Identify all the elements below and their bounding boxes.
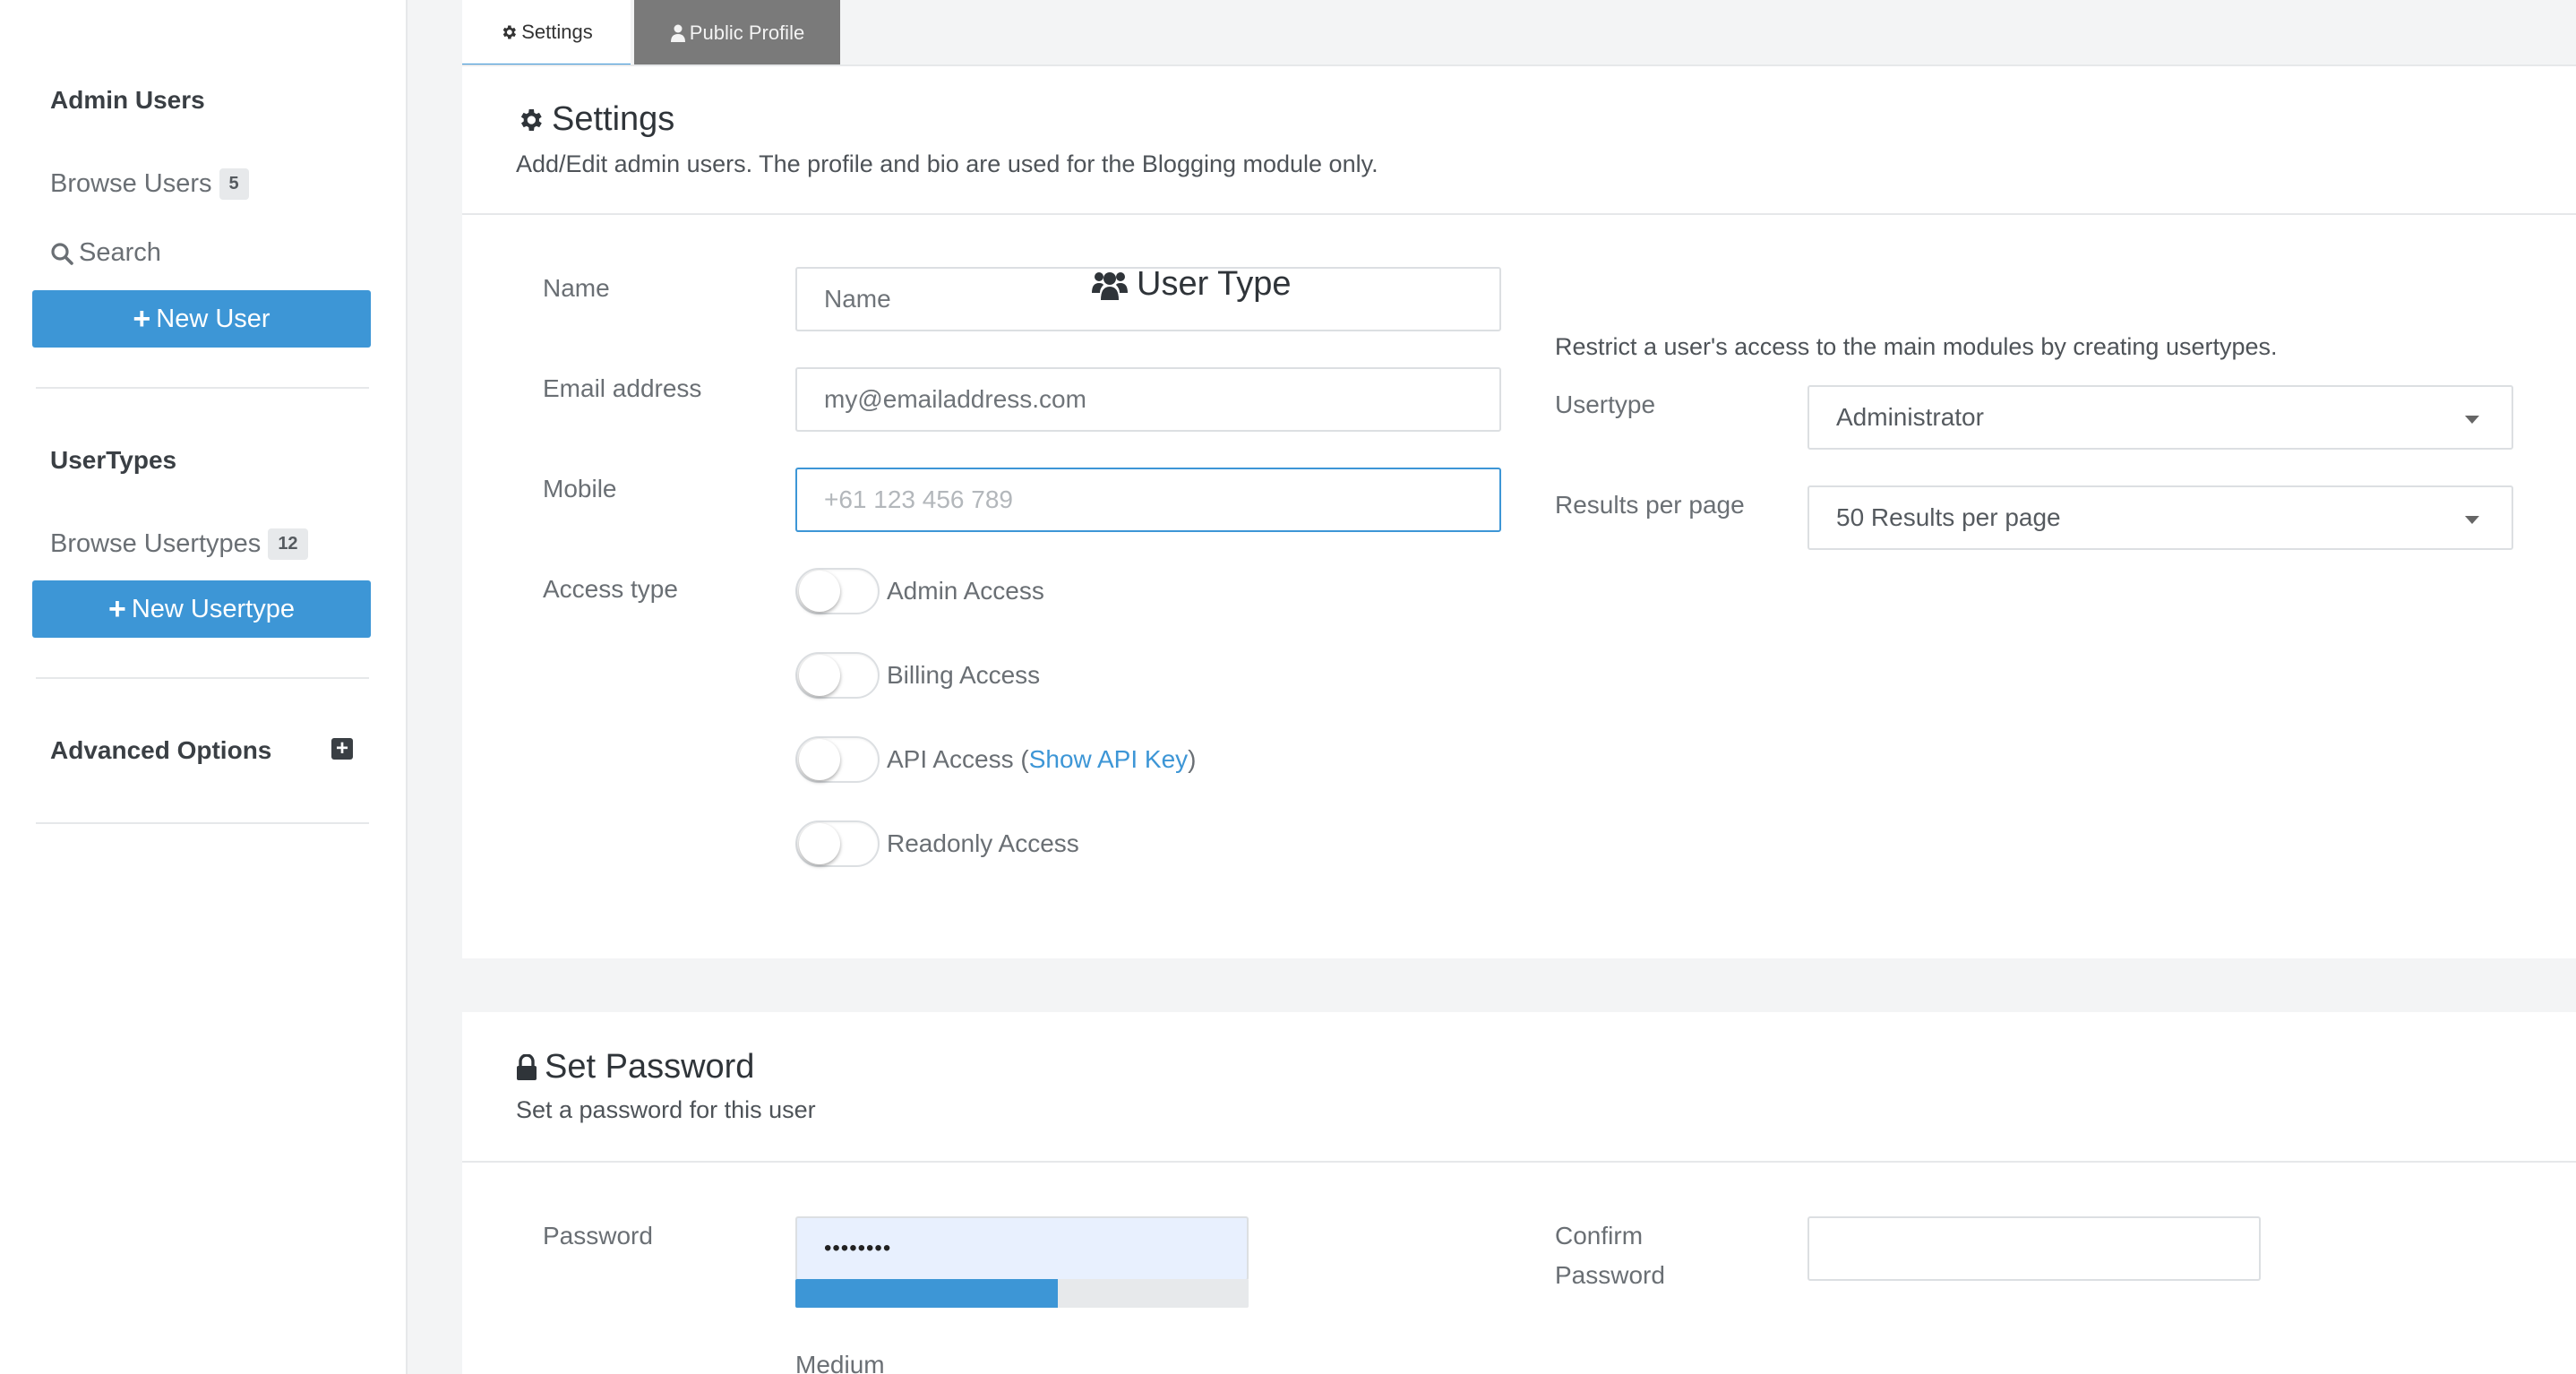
- readonly-access-toggle[interactable]: [795, 820, 880, 867]
- admin-users-heading: Admin Users: [50, 86, 205, 114]
- password-card: Set Password Set a password for this use…: [462, 1012, 2576, 1374]
- settings-card-header: Settings Add/Edit admin users. The profi…: [462, 66, 2576, 215]
- sidebar: Admin Users Browse Users 5 Search + New …: [0, 0, 408, 1374]
- user-icon: [670, 24, 685, 42]
- set-password-title: Set Password: [516, 1048, 754, 1086]
- browse-users-label: Browse Users: [50, 169, 212, 198]
- readonly-access-label: Readonly Access: [887, 829, 1079, 857]
- billing-access-toggle[interactable]: [795, 652, 880, 699]
- browse-users-link[interactable]: Browse Users 5: [50, 168, 249, 200]
- browse-usertypes-link[interactable]: Browse Usertypes 12: [50, 528, 308, 560]
- settings-title: Settings: [516, 100, 674, 139]
- name-label: Name: [543, 274, 610, 302]
- password-strength-fill: [795, 1279, 1059, 1308]
- set-password-subtitle: Set a password for this user: [516, 1096, 816, 1123]
- results-per-page-label: Results per page: [1555, 491, 1745, 519]
- advanced-options-heading[interactable]: Advanced Options: [50, 736, 271, 765]
- tab-settings[interactable]: Settings: [462, 0, 631, 66]
- toggle-knob: [799, 823, 840, 864]
- browse-users-count-badge: 5: [219, 168, 249, 200]
- password-strength-label: Medium: [795, 1351, 885, 1374]
- user-type-title: User Type: [1092, 265, 1291, 304]
- new-user-button[interactable]: + New User: [32, 290, 371, 348]
- expand-plus-icon[interactable]: +: [331, 738, 353, 760]
- new-usertype-label: New Usertype: [131, 594, 295, 623]
- access-type-label: Access type: [543, 575, 678, 603]
- password-card-header: Set Password Set a password for this use…: [462, 1012, 2576, 1163]
- search-icon: [51, 242, 73, 265]
- set-password-title-text: Set Password: [545, 1048, 755, 1086]
- api-access-suffix: ): [1188, 745, 1197, 773]
- password-strength-bar: [795, 1279, 1249, 1308]
- email-input[interactable]: [795, 367, 1501, 432]
- usertype-select[interactable]: Administrator: [1807, 385, 2513, 450]
- api-access-row: API Access (Show API Key): [795, 736, 1196, 783]
- mobile-label: Mobile: [543, 475, 617, 502]
- confirm-password-input[interactable]: [1807, 1216, 2261, 1281]
- settings-title-text: Settings: [552, 100, 675, 138]
- tab-bar: Settings Public Profile: [462, 0, 840, 66]
- browse-usertypes-label: Browse Usertypes: [50, 529, 262, 558]
- results-per-page-value: 50 Results per page: [1836, 503, 2061, 531]
- admin-access-toggle[interactable]: [795, 568, 880, 614]
- sidebar-divider: [36, 387, 369, 389]
- user-type-subtitle: Restrict a user's access to the main mod…: [1555, 333, 2278, 360]
- tab-public-profile-label: Public Profile: [689, 21, 805, 44]
- password-label: Password: [543, 1222, 653, 1249]
- show-api-key-link[interactable]: Show API Key: [1029, 745, 1188, 774]
- chevron-down-icon: [2465, 516, 2479, 524]
- results-per-page-select[interactable]: 50 Results per page: [1807, 485, 2513, 550]
- gear-icon: [502, 25, 517, 39]
- toggle-knob: [799, 739, 840, 780]
- new-usertype-button[interactable]: + New Usertype: [32, 580, 371, 638]
- usertype-label: Usertype: [1555, 391, 1656, 418]
- confirm-label-line-1: Confirm: [1555, 1222, 1644, 1249]
- chevron-down-icon: [2465, 416, 2479, 424]
- plus-icon: +: [133, 301, 151, 336]
- api-access-toggle[interactable]: [795, 736, 880, 783]
- search-link[interactable]: Search: [50, 238, 161, 268]
- users-icon: [1092, 271, 1128, 300]
- usertypes-heading: UserTypes: [50, 446, 177, 474]
- confirm-label-line-2: Password: [1555, 1261, 1665, 1289]
- confirm-password-label: Confirm Password: [1555, 1216, 1665, 1295]
- sidebar-divider: [36, 677, 369, 679]
- password-input[interactable]: [795, 1216, 1249, 1281]
- billing-access-label: Billing Access: [887, 661, 1041, 689]
- search-label: Search: [79, 238, 161, 267]
- gear-icon: [520, 108, 542, 131]
- sidebar-divider: [36, 822, 369, 824]
- api-access-label: API Access (: [887, 745, 1029, 773]
- plus-icon: +: [108, 591, 126, 626]
- lock-icon: [517, 1053, 537, 1080]
- usertype-select-value: Administrator: [1836, 403, 1984, 431]
- toggle-knob: [799, 571, 840, 612]
- settings-subtitle: Add/Edit admin users. The profile and bi…: [516, 150, 1378, 177]
- tab-settings-label: Settings: [521, 20, 593, 43]
- new-user-label: New User: [156, 304, 270, 333]
- admin-access-row: Admin Access: [795, 568, 1044, 614]
- user-type-title-text: User Type: [1137, 265, 1292, 303]
- billing-access-row: Billing Access: [795, 652, 1040, 699]
- toggle-knob: [799, 655, 840, 696]
- mobile-input[interactable]: [795, 468, 1501, 532]
- admin-access-label: Admin Access: [887, 577, 1044, 605]
- email-label: Email address: [543, 374, 702, 402]
- browse-usertypes-count-badge: 12: [268, 528, 308, 560]
- tab-public-profile[interactable]: Public Profile: [634, 0, 840, 66]
- readonly-access-row: Readonly Access: [795, 820, 1079, 867]
